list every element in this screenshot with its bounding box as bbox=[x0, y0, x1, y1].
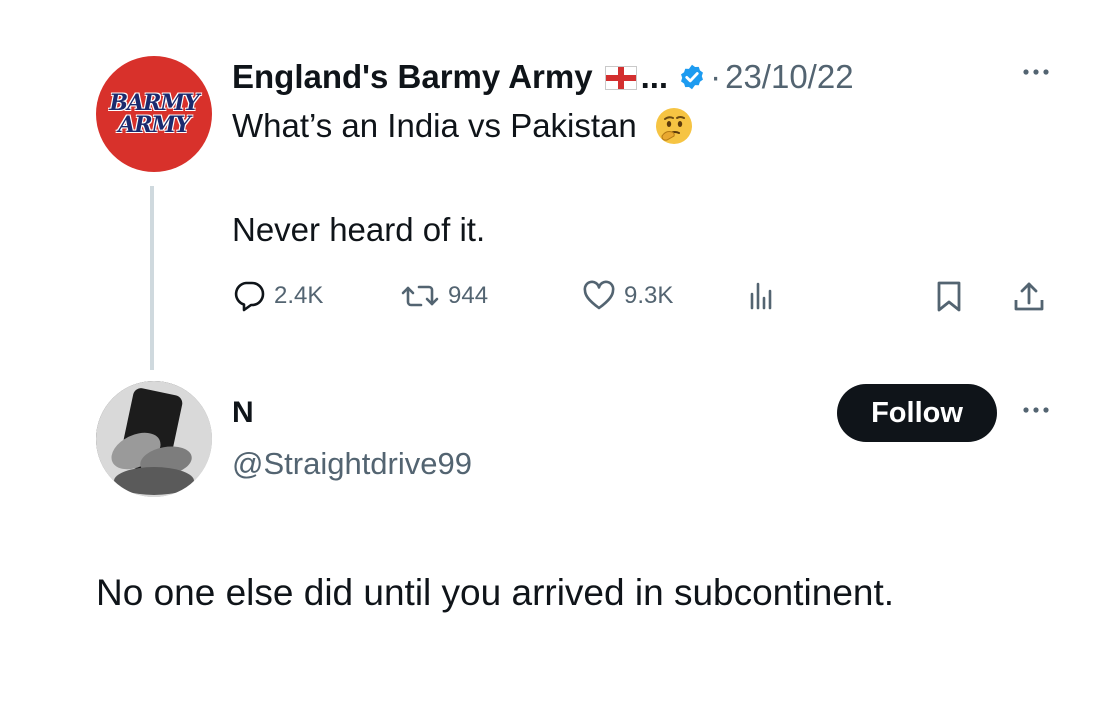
reply-display-name[interactable]: N bbox=[232, 396, 254, 430]
avatar-photo bbox=[96, 381, 212, 497]
bar-chart-icon bbox=[750, 282, 772, 310]
retweet-button[interactable]: 944 bbox=[400, 280, 488, 312]
date-separator: · bbox=[710, 58, 722, 95]
more-dots-icon[interactable] bbox=[1018, 398, 1054, 422]
reply-user-handle[interactable]: @Straightdrive99 bbox=[232, 446, 472, 482]
verified-badge-icon[interactable] bbox=[678, 63, 706, 91]
more-dots-icon[interactable] bbox=[1018, 60, 1054, 84]
name-truncation-ellipsis: ... bbox=[640, 58, 669, 95]
retweet-icon bbox=[401, 285, 439, 307]
like-button[interactable]: 9.3K bbox=[582, 280, 673, 312]
follow-button[interactable]: Follow bbox=[837, 384, 997, 442]
thinking-face-emoji-icon bbox=[655, 108, 692, 144]
bookmark-icon bbox=[937, 281, 961, 312]
like-count: 9.3K bbox=[624, 282, 674, 309]
parent-tweet-text-1: What’s an India vs Pakistan bbox=[232, 107, 637, 144]
barmy-army-avatar[interactable]: BARMY ARMY bbox=[96, 56, 212, 172]
reply-tweet-text: No one else did until you arrived in sub… bbox=[96, 572, 895, 613]
share-upload-icon bbox=[1014, 282, 1044, 311]
parent-display-name[interactable]: England's Barmy Army bbox=[232, 58, 593, 96]
parent-tweet-header: England's Barmy Army ... · 23/10/22 bbox=[232, 54, 854, 100]
avatar-logo-line-2: ARMY bbox=[118, 112, 190, 138]
england-flag-icon bbox=[604, 66, 637, 90]
parent-tweet-text-line-1: What’s an India vs Pakistan bbox=[232, 104, 694, 148]
retweet-count: 944 bbox=[448, 282, 489, 309]
avatar-logo-line-1: BARMY bbox=[109, 90, 199, 116]
heart-icon bbox=[583, 280, 615, 310]
bookmark-button[interactable] bbox=[934, 280, 972, 314]
thread-connector-line bbox=[150, 186, 154, 370]
tweet-date[interactable]: 23/10/22 bbox=[725, 58, 853, 96]
reply-user-avatar[interactable] bbox=[96, 381, 212, 497]
views-button[interactable] bbox=[744, 280, 786, 312]
parent-tweet-text-line-2: Never heard of it. bbox=[232, 211, 486, 248]
speech-bubble-icon bbox=[234, 281, 265, 312]
reply-button[interactable]: 2.4K bbox=[232, 280, 323, 312]
reply-count: 2.4K bbox=[274, 282, 324, 309]
share-button[interactable] bbox=[1012, 280, 1054, 314]
